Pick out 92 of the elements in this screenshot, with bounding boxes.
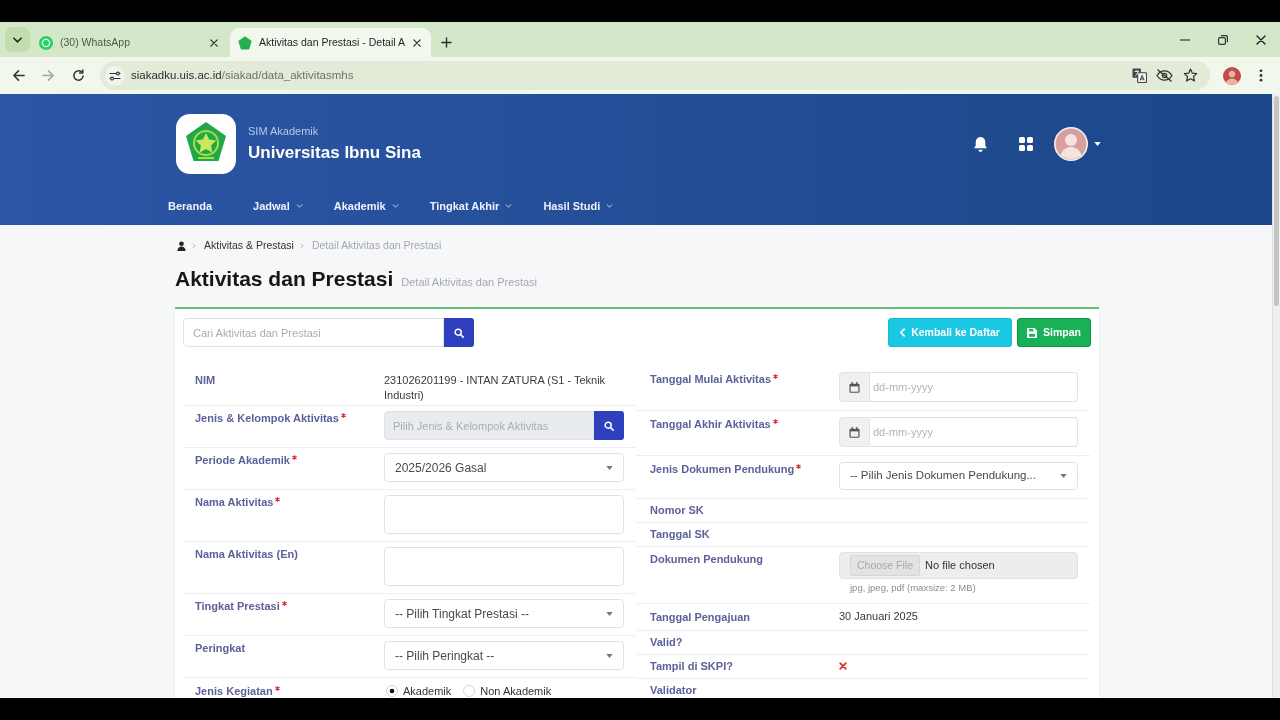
plus-icon <box>441 36 453 48</box>
field-label: Nama Aktivitas <box>195 496 274 509</box>
close-icon <box>412 38 421 47</box>
select-field[interactable]: 2025/2026 Gasal <box>384 453 624 482</box>
ring-favicon-icon <box>39 35 53 50</box>
radio-button[interactable] <box>386 685 398 697</box>
select-field[interactable]: -- Pilih Tingkat Prestasi -- <box>384 599 624 628</box>
nav-item[interactable]: Tingkat Akhir <box>429 197 513 215</box>
grid-icon[interactable] <box>1019 137 1033 151</box>
field-label: NIM <box>195 374 216 387</box>
page-subtitle: Detail Aktivitas dan Prestasi <box>401 275 537 290</box>
forward-arrow-icon <box>41 69 55 82</box>
caret-icon[interactable] <box>1094 142 1101 146</box>
text-area-field[interactable] <box>384 547 624 586</box>
address-bar[interactable]: siakadku.uis.ac.id/siakad/data_aktivitasmhs <box>100 61 1210 90</box>
date-field[interactable]: dd-mm-yyyy <box>870 417 1078 447</box>
field-label: Tanggal SK <box>650 528 710 541</box>
field-value: 30 Januari 2025 <box>839 610 918 624</box>
pentagon-favicon-icon <box>238 35 252 50</box>
site-title: Universitas Ibnu Sina <box>248 142 421 164</box>
logo-icon[interactable] <box>176 114 236 174</box>
field-label: Valid? <box>650 636 683 649</box>
close-icon <box>1256 34 1266 45</box>
search-icon <box>454 327 464 338</box>
caret-icon <box>606 465 613 470</box>
field-label: Periode Akademik <box>195 454 290 467</box>
nav-item[interactable]: Akademik <box>333 197 399 215</box>
field-label: Tingkat Prestasi <box>195 600 280 613</box>
caret-icon <box>606 653 613 658</box>
radio-label: Non Akademik <box>480 684 552 698</box>
chevron-left-icon <box>900 328 906 337</box>
close-icon <box>210 38 218 47</box>
tune-icon <box>109 70 121 81</box>
field-label: Jenis & Kelompok Aktivitas <box>195 412 339 425</box>
lookup-field: Pilih Jenis & Kelompok Aktivitas <box>384 411 594 440</box>
browser-tab[interactable]: Aktivitas dan Prestasi - Detail A <box>230 28 431 57</box>
calendar-icon <box>839 417 870 447</box>
select-field[interactable]: -- Pilih Jenis Dokumen Pendukung... <box>839 462 1078 490</box>
caret-icon <box>1060 474 1067 478</box>
breadcrumb-current: Detail Aktivitas dan Prestasi <box>311 238 442 254</box>
tab-list-button[interactable] <box>5 27 30 52</box>
select-field[interactable]: -- Pilih Peringkat -- <box>384 641 624 670</box>
url-text[interactable]: siakadku.uis.ac.id/siakad/data_aktivitasmhs <box>131 66 354 85</box>
avatar-icon[interactable] <box>1054 127 1088 161</box>
reload-icon <box>71 69 85 82</box>
back-arrow-icon <box>11 69 25 82</box>
nav-item[interactable]: Beranda <box>168 197 223 215</box>
field-label: Nama Aktivitas (En) <box>195 548 298 561</box>
radio-button[interactable] <box>463 685 476 697</box>
field-label: Tanggal Mulai Aktivitas <box>650 373 772 386</box>
search-button[interactable] <box>444 318 474 347</box>
field-value: 231026201199 - INTAN ZATURA (S1 - Teknik Industri) <box>384 373 607 403</box>
minimize-icon <box>1180 38 1190 41</box>
bookmark-star-icon[interactable] <box>1183 68 1198 83</box>
caret-icon <box>606 611 613 616</box>
caret-icon <box>13 36 22 43</box>
text-area-field[interactable] <box>384 495 624 534</box>
page-title: Aktivitas dan Prestasi <box>175 266 394 292</box>
field-label: Tanggal Akhir Aktivitas <box>650 418 771 431</box>
browser-tab[interactable]: (30) WhatsApp <box>33 28 228 57</box>
chevron-right-icon <box>192 243 196 249</box>
field-label: Tampil di SKPI? <box>650 660 733 673</box>
calendar-icon <box>839 372 870 402</box>
field-label: Jenis Kegiatan <box>195 685 273 698</box>
help-text: jpg, jpeg, pdf (maxsize: 2 MB) <box>850 582 977 594</box>
field-label: Peringkat <box>195 642 246 655</box>
profile-avatar-icon[interactable] <box>1223 66 1241 85</box>
bell-icon[interactable] <box>973 135 988 153</box>
translate-icon[interactable] <box>1132 68 1147 83</box>
field-label: Validator <box>650 684 697 697</box>
search-field[interactable]: Cari Aktivitas dan Prestasi <box>183 318 444 347</box>
nav-item[interactable]: Jadwal <box>253 197 303 215</box>
nav-item[interactable]: Hasil Studi <box>543 197 614 215</box>
radio-label: Akademik <box>403 684 452 698</box>
app-name: SIM Akademik <box>248 124 320 138</box>
user-icon[interactable] <box>177 241 186 251</box>
search-icon <box>604 420 614 431</box>
search-button[interactable] <box>594 411 624 440</box>
file-input[interactable]: Choose File No file chosen <box>839 552 1078 579</box>
menu-icon[interactable] <box>1259 69 1263 82</box>
field-label: Dokumen Pendukung <box>650 553 764 566</box>
date-field[interactable]: dd-mm-yyyy <box>870 372 1078 402</box>
site-info-button[interactable] <box>105 65 125 86</box>
field-label: Tanggal Pengajuan <box>650 611 751 624</box>
scrollbar-thumb[interactable] <box>1274 96 1279 306</box>
chevron-right-icon <box>299 243 304 249</box>
restore-icon <box>1218 34 1228 45</box>
eye-slash-icon[interactable] <box>1156 69 1173 82</box>
breadcrumb-link[interactable]: Aktivitas & Prestasi <box>204 238 294 254</box>
file-status-text: No file chosen <box>925 558 995 574</box>
field-label: Jenis Dokumen Pendukung <box>650 463 795 476</box>
field-label: Nomor SK <box>650 504 704 517</box>
